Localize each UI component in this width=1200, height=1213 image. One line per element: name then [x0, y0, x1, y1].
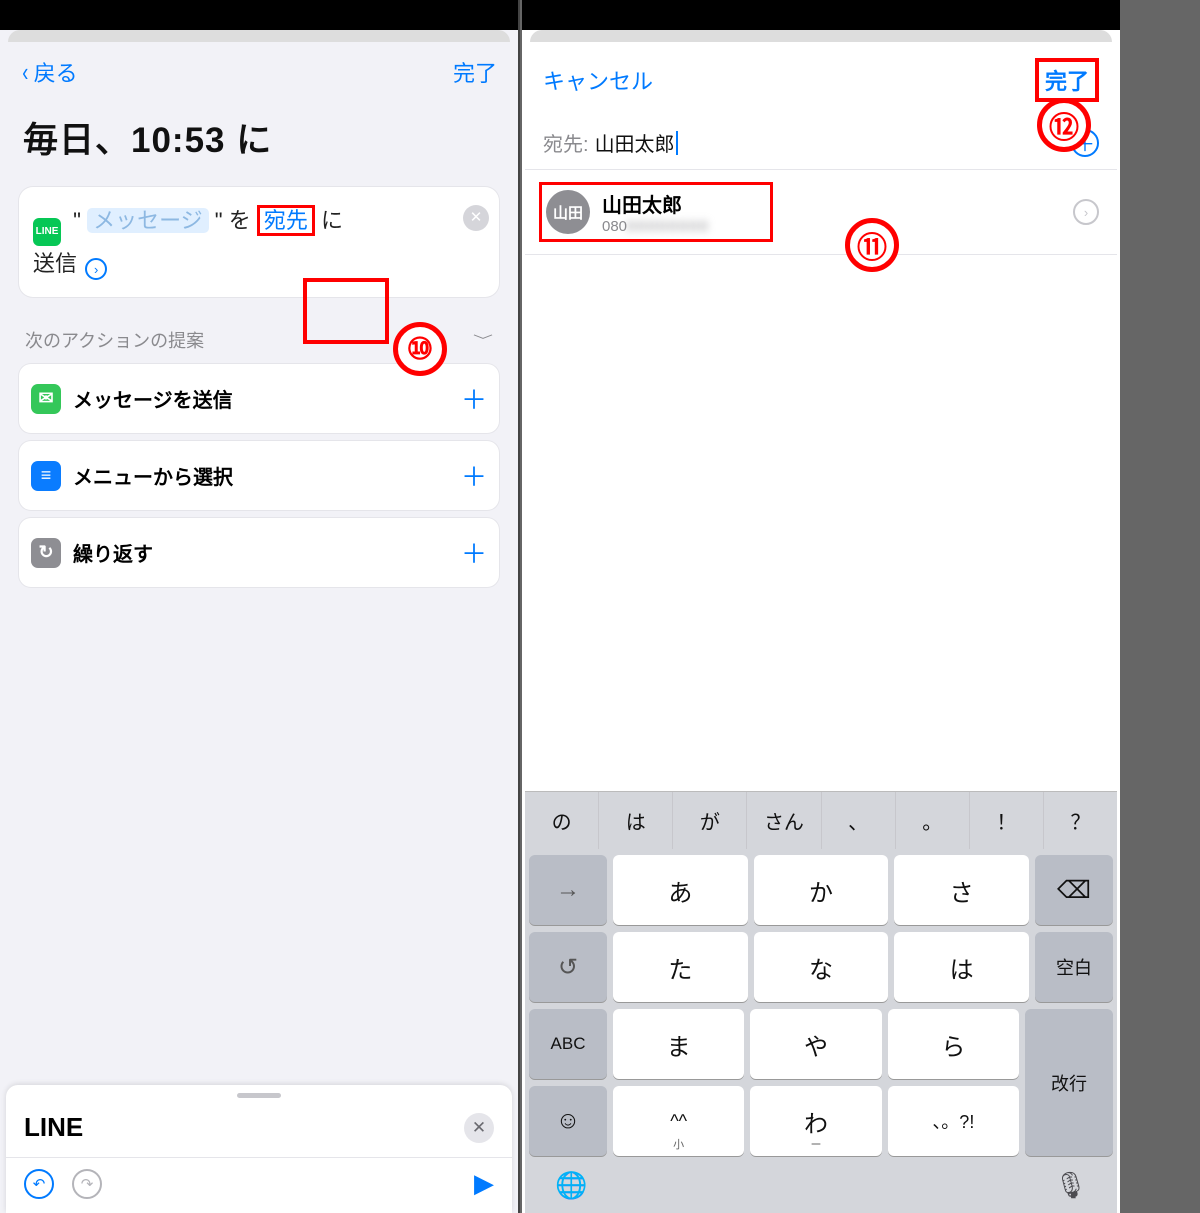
- undo-button[interactable]: ↶: [24, 1169, 54, 1199]
- to-label: 宛先:: [543, 128, 589, 157]
- annotation-10: ⑩: [393, 322, 447, 376]
- quote-close: ": [215, 208, 223, 233]
- contact-name: 山田太郎: [602, 189, 710, 218]
- key-small[interactable]: ^^小: [613, 1086, 744, 1156]
- recipient-token[interactable]: 宛先: [257, 205, 315, 236]
- done-button[interactable]: 完了: [453, 56, 497, 88]
- suggestion-repeat[interactable]: ↻ 繰り返す ＋: [19, 518, 499, 587]
- predict-key[interactable]: ？: [1044, 792, 1117, 849]
- add-icon[interactable]: ＋: [461, 380, 487, 417]
- left-screenshot: ‹ 戻る 完了 毎日、10:53 に LINE " メッセージ " を 宛先 に…: [0, 0, 520, 1213]
- recipient-picker-sheet: キャンセル 完了 宛先: 山田太郎 ＋ 山田 山田太郎 08000000000 …: [525, 42, 1117, 1213]
- send-message-action[interactable]: LINE " メッセージ " を 宛先 に 送信 › ✕: [19, 187, 499, 297]
- suggestion-label: メッセージを送信: [73, 384, 233, 413]
- chevron-down-icon: ﹀: [473, 331, 493, 348]
- shortcut-editor-sheet: ‹ 戻る 完了 毎日、10:53 に LINE " メッセージ " を 宛先 に…: [3, 42, 515, 1213]
- key-emoji[interactable]: ☺: [529, 1086, 607, 1156]
- key-sa[interactable]: さ: [894, 855, 1029, 925]
- empty-area: [525, 255, 1117, 791]
- cancel-button[interactable]: キャンセル: [543, 64, 653, 96]
- key-ta[interactable]: た: [613, 932, 748, 1002]
- status-bar: [522, 0, 1120, 30]
- key-next[interactable]: →: [529, 855, 607, 925]
- panel-app-name: LINE: [24, 1112, 83, 1143]
- chevron-left-icon: ‹: [22, 59, 28, 85]
- message-icon: ✉: [31, 384, 61, 414]
- suggestion-choose-menu[interactable]: ≡ メニューから選択 ＋: [19, 441, 499, 510]
- menu-icon: ≡: [31, 461, 61, 491]
- app-picker-panel: LINE ✕ ↶ ↷ ▶: [6, 1085, 512, 1213]
- annotation-11: ⑪: [845, 218, 899, 272]
- key-na[interactable]: な: [754, 932, 889, 1002]
- chevron-right-icon[interactable]: ›: [1073, 199, 1099, 225]
- keyboard: → あ か さ ⌫ ↺ た な は 空白 ABC ま や ら: [525, 849, 1117, 1213]
- predict-key[interactable]: 。: [896, 792, 970, 849]
- mic-icon[interactable]: 🎙: [1054, 1170, 1087, 1201]
- nav-bar: キャンセル 完了: [525, 42, 1117, 112]
- status-bar: [0, 0, 520, 30]
- right-screenshot: キャンセル 完了 宛先: 山田太郎 ＋ 山田 山田太郎 08000000000 …: [522, 0, 1120, 1213]
- clear-action-icon[interactable]: ✕: [463, 205, 489, 231]
- key-wa[interactable]: わー: [750, 1086, 881, 1156]
- contact-result[interactable]: 山田 山田太郎 08000000000 ›: [525, 170, 1117, 255]
- key-ka[interactable]: か: [754, 855, 889, 925]
- grabber-handle[interactable]: [237, 1093, 281, 1098]
- to-value: 山田太郎: [595, 128, 675, 157]
- avatar: 山田: [546, 190, 590, 234]
- message-placeholder[interactable]: メッセージ: [87, 208, 209, 233]
- predictive-bar: の は が さん 、 。 ！ ？: [525, 791, 1117, 849]
- key-return[interactable]: 改行: [1025, 1009, 1113, 1156]
- text-wo: を: [229, 208, 257, 233]
- suggestions-title: 次のアクションの提案: [25, 327, 204, 353]
- run-button[interactable]: ▶: [474, 1168, 494, 1199]
- key-undo[interactable]: ↺: [529, 932, 607, 1002]
- send-label: 送信: [33, 251, 77, 276]
- key-ha[interactable]: は: [894, 932, 1029, 1002]
- add-icon[interactable]: ＋: [461, 457, 487, 494]
- automation-title: 毎日、10:53 に: [3, 96, 515, 187]
- globe-icon[interactable]: 🌐: [555, 1170, 587, 1201]
- quote-open: ": [73, 208, 81, 233]
- key-delete[interactable]: ⌫: [1035, 855, 1113, 925]
- repeat-icon: ↻: [31, 538, 61, 568]
- keyboard-bottom-bar: 🌐 🎙: [529, 1156, 1113, 1213]
- add-icon[interactable]: ＋: [461, 534, 487, 571]
- disclosure-icon[interactable]: ›: [85, 258, 107, 280]
- predict-key[interactable]: は: [599, 792, 673, 849]
- key-punct[interactable]: 、。?!: [888, 1086, 1019, 1156]
- contact-phone: 08000000000: [602, 218, 710, 235]
- predict-key[interactable]: が: [673, 792, 747, 849]
- done-button[interactable]: 完了: [1035, 58, 1099, 102]
- to-field[interactable]: 宛先: 山田太郎 ＋: [525, 112, 1117, 170]
- text-cursor: [676, 131, 678, 155]
- predict-key[interactable]: さん: [747, 792, 821, 849]
- editor-toolbar: ↶ ↷ ▶: [6, 1157, 512, 1213]
- text-ni: に: [321, 208, 343, 233]
- card-peek: [530, 30, 1112, 42]
- suggestion-label: メニューから選択: [73, 461, 233, 490]
- annotation-12: ⑫: [1037, 98, 1091, 152]
- predict-key[interactable]: 、: [822, 792, 896, 849]
- back-label: 戻る: [34, 56, 78, 88]
- key-ya[interactable]: や: [750, 1009, 881, 1079]
- card-peek: [8, 30, 510, 42]
- key-abc[interactable]: ABC: [529, 1009, 607, 1079]
- predict-key[interactable]: ！: [970, 792, 1044, 849]
- nav-bar: ‹ 戻る 完了: [3, 42, 515, 96]
- redo-button: ↷: [72, 1169, 102, 1199]
- key-ra[interactable]: ら: [888, 1009, 1019, 1079]
- key-ma[interactable]: ま: [613, 1009, 744, 1079]
- close-icon[interactable]: ✕: [464, 1113, 494, 1143]
- predict-key[interactable]: の: [525, 792, 599, 849]
- line-app-icon: LINE: [33, 218, 61, 246]
- back-button[interactable]: ‹ 戻る: [21, 56, 78, 88]
- suggestion-label: 繰り返す: [73, 538, 153, 567]
- key-a[interactable]: あ: [613, 855, 748, 925]
- key-space[interactable]: 空白: [1035, 932, 1113, 1002]
